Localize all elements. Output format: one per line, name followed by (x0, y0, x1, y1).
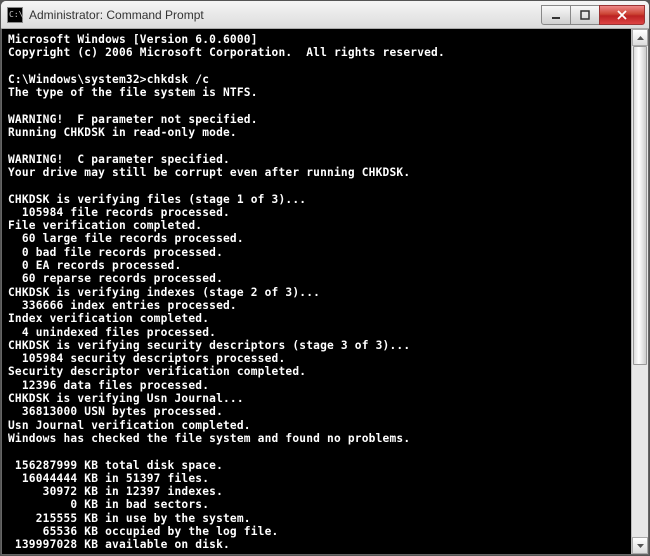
scrollbar-thumb[interactable] (633, 46, 647, 365)
maximize-button[interactable] (570, 5, 600, 25)
close-button[interactable] (599, 5, 645, 25)
console-output[interactable]: Microsoft Windows [Version 6.0.6000] Cop… (2, 29, 631, 554)
cmd-icon: C:\ (7, 7, 23, 23)
window-title: Administrator: Command Prompt (29, 8, 542, 22)
scrollbar-track[interactable] (632, 46, 648, 537)
window-controls (542, 5, 645, 25)
titlebar[interactable]: C:\ Administrator: Command Prompt (1, 1, 649, 29)
vertical-scrollbar (631, 29, 648, 554)
console-body: Microsoft Windows [Version 6.0.6000] Cop… (2, 29, 648, 554)
command-prompt-window: C:\ Administrator: Command Prompt Micros… (0, 0, 650, 556)
scroll-down-button[interactable] (632, 537, 648, 554)
minimize-button[interactable] (541, 5, 571, 25)
scroll-up-button[interactable] (632, 29, 648, 46)
